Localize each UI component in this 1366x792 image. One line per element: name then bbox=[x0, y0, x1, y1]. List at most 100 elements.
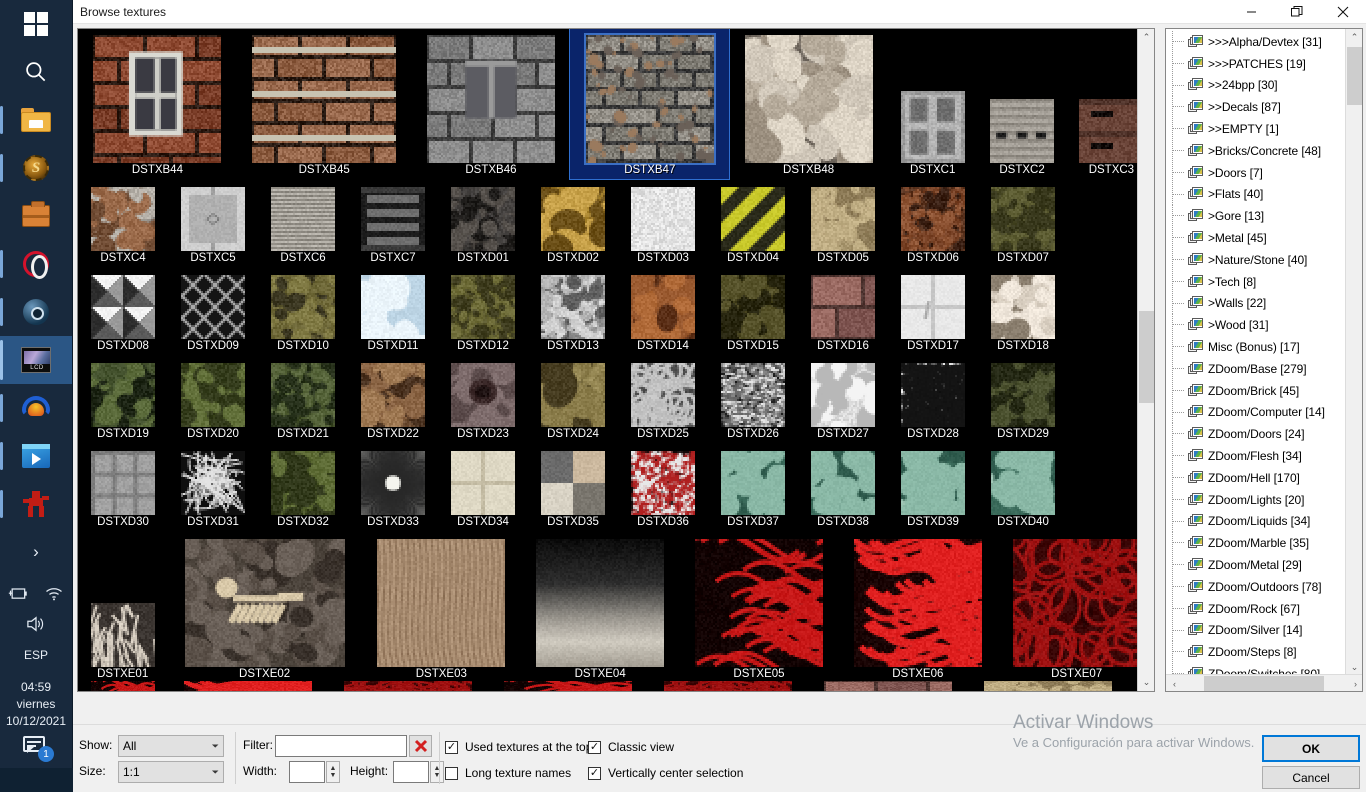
texture-cell[interactable]: DSTXC6 bbox=[258, 179, 348, 267]
texture-cell[interactable] bbox=[168, 681, 328, 691]
texture-cell[interactable]: DSTXB47 bbox=[569, 29, 731, 180]
texture-cell[interactable] bbox=[78, 681, 168, 691]
tree-item[interactable]: ZDoom/Marble [35] bbox=[1166, 532, 1347, 554]
tree-vertical-scrollbar[interactable]: ⌃ ⌄ bbox=[1345, 29, 1362, 676]
slade-button[interactable]: S bbox=[0, 144, 72, 192]
steam-button[interactable] bbox=[0, 288, 72, 336]
tree-scroll-left-button[interactable]: ‹ bbox=[1166, 675, 1183, 691]
tree-item[interactable]: ZDoom/Steps [8] bbox=[1166, 641, 1347, 663]
texture-cell[interactable]: DSTXD35 bbox=[528, 443, 618, 531]
texture-cell[interactable]: DSTXE07 bbox=[997, 531, 1154, 683]
cancel-button[interactable]: Cancel bbox=[1262, 766, 1360, 789]
texture-cell[interactable]: DSTXD19 bbox=[78, 355, 168, 443]
texture-cell[interactable]: DSTXD34 bbox=[438, 443, 528, 531]
tree-item[interactable]: >Nature/Stone [40] bbox=[1166, 248, 1347, 271]
texture-cell[interactable]: DSTXD36 bbox=[618, 443, 708, 531]
texture-cell[interactable]: DSTXE05 bbox=[680, 531, 839, 683]
tree-item[interactable]: >Bricks/Concrete [48] bbox=[1166, 139, 1347, 162]
tree-item[interactable]: >>Decals [87] bbox=[1166, 96, 1347, 118]
tree-item[interactable]: ZDoom/Doors [24] bbox=[1166, 423, 1347, 445]
ok-button[interactable]: OK bbox=[1262, 735, 1360, 762]
tree-item[interactable]: ZDoom/Base [279] bbox=[1166, 357, 1347, 380]
texture-cell[interactable]: DSTXD28 bbox=[888, 355, 978, 443]
stepper-up-icon[interactable]: ▲ bbox=[330, 765, 337, 772]
start-button[interactable] bbox=[0, 0, 72, 48]
texture-cell[interactable]: DSTXD27 bbox=[798, 355, 888, 443]
close-button[interactable] bbox=[1320, 0, 1366, 24]
checkbox-icon[interactable]: ✓ bbox=[588, 766, 601, 780]
opera-button[interactable] bbox=[0, 240, 72, 288]
width-stepper[interactable]: ▲ ▼ bbox=[326, 761, 340, 783]
tree-item[interactable]: >Gore [13] bbox=[1166, 205, 1347, 227]
tree-item[interactable]: >Doors [7] bbox=[1166, 161, 1347, 184]
texture-cell[interactable]: DSTXD25 bbox=[618, 355, 708, 443]
tree-item[interactable]: ZDoom/Metal [29] bbox=[1166, 554, 1347, 576]
texture-cell[interactable] bbox=[488, 681, 648, 691]
checkbox-long-texture-names[interactable]: Long texture names bbox=[445, 766, 571, 780]
texture-cell[interactable]: DSTXD29 bbox=[978, 355, 1068, 443]
texture-cell[interactable]: DSTXD08 bbox=[78, 267, 168, 355]
texture-cell[interactable]: DSTXE03 bbox=[362, 531, 521, 683]
texture-cell[interactable]: DSTXD06 bbox=[888, 179, 978, 267]
texture-cell[interactable]: DSTXD05 bbox=[798, 179, 888, 267]
texture-cell[interactable]: DSTXD09 bbox=[168, 267, 258, 355]
texture-cell[interactable] bbox=[328, 681, 488, 691]
texture-cell[interactable]: DSTXB46 bbox=[412, 29, 571, 179]
tree-item[interactable]: >Flats [40] bbox=[1166, 183, 1347, 206]
texture-cell[interactable]: DSTXD14 bbox=[618, 267, 708, 355]
texture-cell[interactable]: DSTXD26 bbox=[708, 355, 798, 443]
texture-cell[interactable]: DSTXC7 bbox=[348, 179, 438, 267]
clear-filter-button[interactable] bbox=[409, 735, 432, 757]
checkbox-used-textures-at-the-top[interactable]: ✓ Used textures at the top bbox=[445, 740, 592, 754]
texture-cell[interactable]: DSTXD12 bbox=[438, 267, 528, 355]
texture-cell[interactable]: DSTXD33 bbox=[348, 443, 438, 531]
height-input[interactable] bbox=[393, 761, 429, 783]
tree-hscrollbar-thumb[interactable] bbox=[1204, 676, 1324, 691]
texture-cell[interactable] bbox=[808, 681, 968, 691]
checkbox-icon[interactable] bbox=[445, 766, 458, 780]
texture-cell[interactable]: DSTXB44 bbox=[78, 29, 237, 179]
texture-cell[interactable]: DSTXD16 bbox=[798, 267, 888, 355]
texture-cell[interactable]: DSTXE02 bbox=[167, 531, 362, 683]
texture-cell[interactable]: DSTXD31 bbox=[168, 443, 258, 531]
tree-item[interactable]: ZDoom/Liquids [34] bbox=[1166, 510, 1347, 533]
tree-item[interactable]: >Walls [22] bbox=[1166, 292, 1347, 315]
texture-cell[interactable]: DSTXD10 bbox=[258, 267, 348, 355]
texture-cell[interactable]: DSTXD30 bbox=[78, 443, 168, 531]
texture-cell[interactable]: DSTXD04 bbox=[708, 179, 798, 267]
width-input[interactable] bbox=[289, 761, 325, 783]
tree-item[interactable]: ZDoom/Silver [14] bbox=[1166, 619, 1347, 642]
tree-item[interactable]: >>>Alpha/Devtex [31] bbox=[1166, 31, 1347, 53]
texture-cell[interactable]: DSTXD40 bbox=[978, 443, 1068, 531]
texture-cell[interactable]: DSTXC4 bbox=[78, 179, 168, 267]
tree-item[interactable]: >Metal [45] bbox=[1166, 227, 1347, 249]
wifi-icon[interactable] bbox=[44, 586, 64, 602]
title-bar[interactable]: Browse textures bbox=[73, 0, 1366, 24]
doom-game-button[interactable] bbox=[0, 480, 72, 528]
texture-cell[interactable]: DSTXD37 bbox=[708, 443, 798, 531]
checkbox-classic-view[interactable]: ✓ Classic view bbox=[588, 740, 674, 754]
texture-cell[interactable]: DSTXD15 bbox=[708, 267, 798, 355]
tree-item[interactable]: ZDoom/Computer [14] bbox=[1166, 401, 1347, 424]
filter-input[interactable] bbox=[275, 735, 407, 757]
tree-item[interactable]: ZDoom/Outdoors [78] bbox=[1166, 575, 1347, 598]
tray-time[interactable]: 04:59 bbox=[21, 679, 51, 696]
texture-cell[interactable]: DSTXD39 bbox=[888, 443, 978, 531]
tree-item[interactable]: ZDoom/Hell [170] bbox=[1166, 466, 1347, 489]
texture-cell[interactable]: DSTXC2 bbox=[977, 29, 1066, 179]
editor-button[interactable] bbox=[0, 336, 72, 384]
texture-cell[interactable]: DSTXD01 bbox=[438, 179, 528, 267]
texture-cell[interactable]: DSTXD07 bbox=[978, 179, 1068, 267]
checkbox-vertically-center-selection[interactable]: ✓ Vertically center selection bbox=[588, 766, 743, 780]
tray-language[interactable]: ESP bbox=[24, 647, 48, 663]
texture-grid-scrollbar[interactable]: ⌃ ⌄ bbox=[1137, 29, 1154, 691]
tree-item[interactable]: >Tech [8] bbox=[1166, 270, 1347, 293]
texture-cell[interactable] bbox=[648, 681, 808, 691]
search-button[interactable] bbox=[0, 48, 72, 96]
restore-button[interactable] bbox=[1274, 0, 1320, 24]
texture-cell[interactable]: DSTXE04 bbox=[521, 531, 680, 683]
briefcase-button[interactable] bbox=[0, 192, 72, 240]
tree-item[interactable]: Misc (Bonus) [17] bbox=[1166, 336, 1347, 358]
texture-cell[interactable]: DSTXE06 bbox=[838, 531, 997, 683]
tree-scroll-up-button[interactable]: ⌃ bbox=[1346, 29, 1362, 46]
